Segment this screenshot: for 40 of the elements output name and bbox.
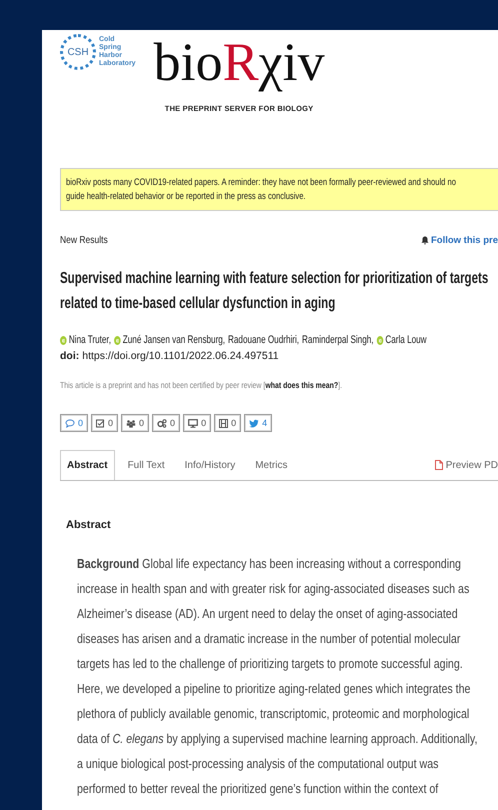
article-type: New Results xyxy=(60,235,108,246)
author-name[interactable]: Raminderpal Singh, xyxy=(302,334,374,346)
metric-badge[interactable]: 0 xyxy=(121,414,150,432)
abstract-paragraph: Background Global life expectancy has been increasing without a corresponding increase in health span and with greater risk for aging-associated diseases such as Alzheimer’s disease (AD). An urgent need to delay the onset of aging-associated diseases has arisen and a dramatic increase in the number of potential molecular targets has led to the challenge of prioritizing targets to promote successful aging. Here, we developed a pipeline to prioritize aging-related genes which integrates the plethora of publicly available genomic, transcriptomic, proteomic and morphological data of C. elegans by applying a supervised machine learning approach. Additionally, a unique biological post-processing analysis of the computational output was performed to better reveal the prioritized gene’s function within the context of xyxy=(77,555,478,798)
bell-icon xyxy=(420,236,429,245)
author-name[interactable]: Carla Louw xyxy=(385,334,427,346)
author-name[interactable]: Radouane Oudrhiri, xyxy=(228,334,300,346)
abstract-heading: Abstract xyxy=(66,519,112,531)
biorxiv-logo[interactable]: bioRχiv xyxy=(154,34,325,90)
film-strip-icon xyxy=(219,418,228,428)
follow-link[interactable]: Follow this pre xyxy=(420,235,498,246)
metric-badge[interactable]: 0 xyxy=(183,414,212,432)
what-does-this-mean-link[interactable]: what does this mean? xyxy=(265,380,338,390)
tab[interactable]: Full Text xyxy=(120,450,172,480)
tab[interactable]: Abstract xyxy=(60,450,115,480)
orcid-icon[interactable] xyxy=(114,336,121,344)
people-icon xyxy=(126,418,136,428)
csh-logo-mark: CSH xyxy=(60,34,96,70)
metric-badge[interactable]: 0 xyxy=(91,414,118,432)
author-name[interactable]: Nina Truter, xyxy=(68,334,111,346)
metric-badge[interactable]: 4 xyxy=(244,414,272,432)
covid-notice: bioRxiv posts many COVID19-related papers. A reminder: they have not been formally peer-reviewed and should no guide health-related behavior or be reported in the press as conclusive. xyxy=(60,168,498,211)
metric-badge[interactable]: 0 xyxy=(60,414,88,432)
author-name[interactable]: Zuné Jansen van Rensburg, xyxy=(122,334,226,346)
monitor-icon xyxy=(188,418,198,428)
tab[interactable]: Info/History xyxy=(178,450,242,480)
checkbox-icon xyxy=(96,418,106,428)
article-title: Supervised machine learning with feature selection for prioritization of targets related to time-based cellular dysfunction in aging xyxy=(60,269,490,314)
orcid-icon[interactable] xyxy=(60,336,67,344)
tab[interactable]: Metrics xyxy=(248,450,294,480)
preview-pdf-link[interactable]: Preview PD xyxy=(434,450,498,480)
bird-icon xyxy=(249,418,260,428)
preprint-note: This article is a preprint and has not been certified by peer review [what does this mean?]. xyxy=(60,380,344,390)
document-icon xyxy=(434,460,443,470)
doi-link[interactable]: https://doi.org/10.1101/2022.06.24.497511 xyxy=(82,350,279,362)
doi-label: doi: xyxy=(60,350,80,362)
metric-badge[interactable]: 0 xyxy=(214,414,242,432)
orcid-icon[interactable] xyxy=(376,336,384,344)
metric-badge[interactable]: 0 xyxy=(152,414,180,432)
speech-bubble-icon xyxy=(65,418,75,428)
